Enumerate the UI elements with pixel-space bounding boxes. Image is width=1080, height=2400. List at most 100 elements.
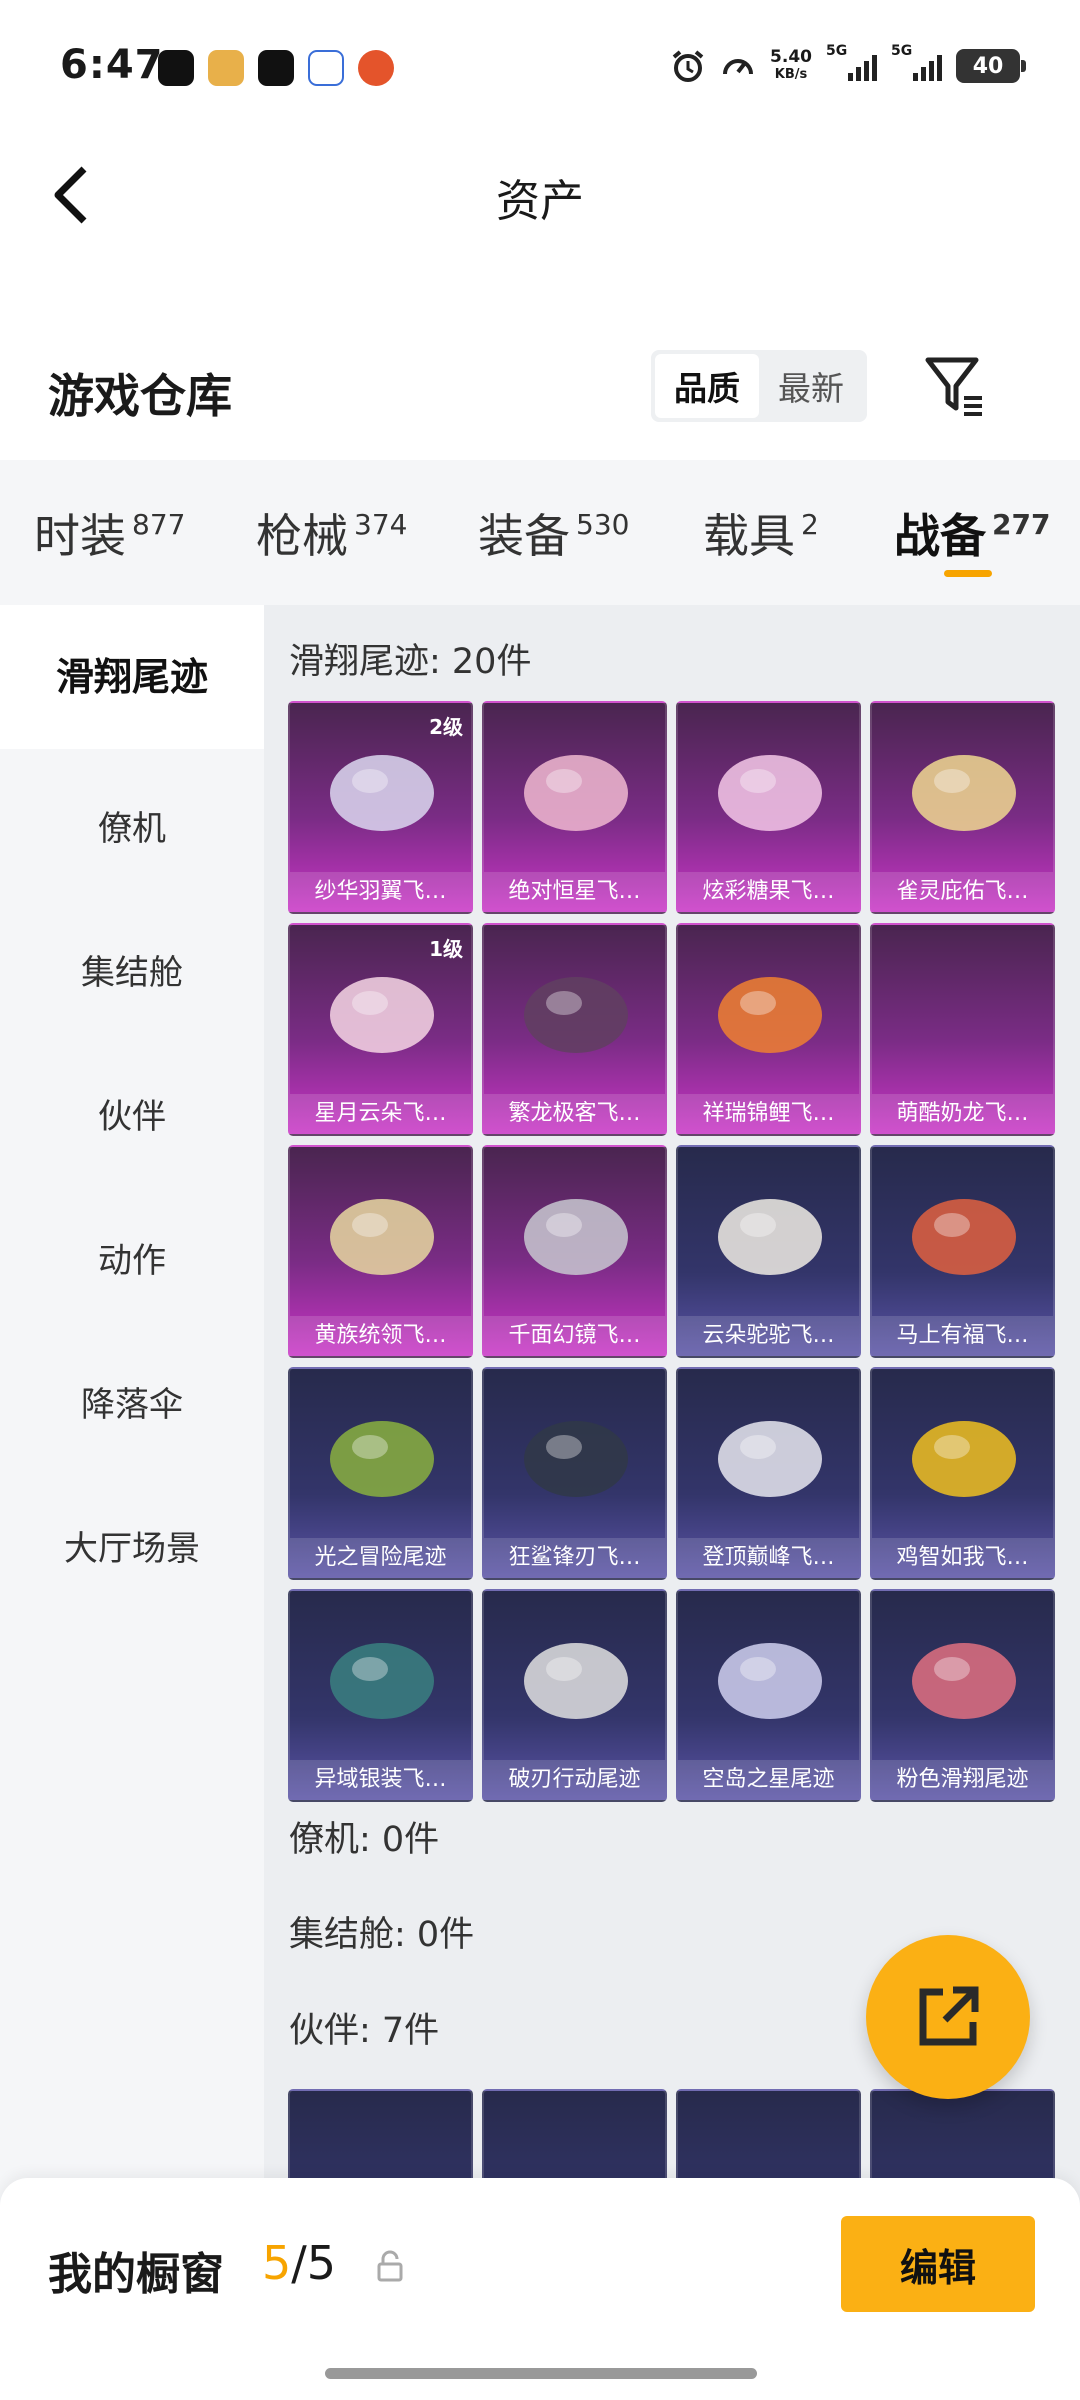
glide-trail-grid: 2级 纱华羽翼飞… 绝对恒星飞… 炫彩糖果飞… 雀灵庇佑飞… 1级 星月云朵飞… 繁龙极客飞…… bbox=[288, 701, 1058, 1802]
trail-card[interactable]: 破刃行动尾迹 bbox=[482, 1589, 667, 1802]
trail-card[interactable]: 雀灵庇佑飞… bbox=[870, 701, 1055, 914]
status-bar: 6:47 5.40 KB/s 5G 5G 40 bbox=[0, 0, 1080, 140]
trail-art-icon bbox=[894, 721, 1034, 861]
trail-card[interactable]: 云朵驼驼飞… bbox=[676, 1145, 861, 1358]
tab-vehicles[interactable]: 载具 2 bbox=[703, 500, 819, 566]
trail-name: 马上有福飞… bbox=[872, 1316, 1053, 1356]
category-tabs: 时装 877 枪械 374 装备 530 载具 2 战备 277 bbox=[0, 460, 1080, 605]
pumpkin-app-icon bbox=[358, 50, 394, 86]
sort-toggle: 品质 最新 bbox=[651, 350, 867, 422]
trail-card[interactable]: 狂鲨锋刃飞… bbox=[482, 1367, 667, 1580]
trail-name: 狂鲨锋刃飞… bbox=[484, 1538, 665, 1578]
trail-card[interactable]: 马上有福飞… bbox=[870, 1145, 1055, 1358]
trail-art-icon bbox=[700, 1165, 840, 1305]
trail-name: 星月云朵飞… bbox=[290, 1094, 471, 1134]
notification-icons bbox=[158, 50, 394, 86]
sort-newest-button[interactable]: 最新 bbox=[759, 354, 863, 418]
home-indicator bbox=[325, 2368, 757, 2379]
tab-combat-gear[interactable]: 战备 277 bbox=[894, 500, 1050, 566]
trail-name: 雀灵庇佑飞… bbox=[872, 872, 1053, 912]
trail-name: 炫彩糖果飞… bbox=[678, 872, 859, 912]
sidebar-item-partner[interactable]: 伙伴 bbox=[0, 1089, 264, 1138]
mail-app-icon bbox=[308, 50, 344, 86]
sidebar-item-lobby-scene[interactable]: 大厅场景 bbox=[0, 1521, 264, 1570]
trail-name: 萌酷奶龙飞… bbox=[872, 1094, 1053, 1134]
trail-name: 黄族统领飞… bbox=[290, 1316, 471, 1356]
trail-art-icon bbox=[312, 1165, 452, 1305]
sidebar-item-emote[interactable]: 动作 bbox=[0, 1233, 264, 1282]
speedometer-icon bbox=[723, 59, 754, 75]
tab-fashion[interactable]: 时装 877 bbox=[34, 500, 185, 566]
trail-art-icon bbox=[700, 721, 840, 861]
sidebar-item-wingman[interactable]: 僚机 bbox=[0, 801, 264, 850]
trail-art-icon bbox=[506, 943, 646, 1083]
trail-card[interactable]: 登顶巅峰飞… bbox=[676, 1367, 861, 1580]
sidebar-item-parachute[interactable]: 降落伞 bbox=[0, 1377, 264, 1426]
sort-quality-button[interactable]: 品质 bbox=[655, 354, 759, 418]
filter-button[interactable] bbox=[920, 352, 990, 422]
trail-card[interactable]: 繁龙极客飞… bbox=[482, 923, 667, 1136]
lock-icon bbox=[377, 2250, 403, 2282]
trail-art-icon bbox=[894, 1609, 1034, 1749]
sidebar-item-capsule[interactable]: 集结舱 bbox=[0, 945, 264, 994]
trail-card[interactable]: 萌酷奶龙飞… bbox=[870, 923, 1055, 1136]
trail-name: 破刃行动尾迹 bbox=[484, 1760, 665, 1800]
trail-name: 千面幻镜飞… bbox=[484, 1316, 665, 1356]
trail-name: 登顶巅峰飞… bbox=[678, 1538, 859, 1578]
share-icon bbox=[919, 1986, 979, 2046]
tab-equipment[interactable]: 装备 530 bbox=[478, 500, 629, 566]
trail-name: 云朵驼驼飞… bbox=[678, 1316, 859, 1356]
group-title-wingman: 僚机: 0件 bbox=[289, 1820, 440, 1860]
filter-icon bbox=[925, 357, 982, 416]
trail-art-icon bbox=[700, 943, 840, 1083]
group-title-partner: 伙伴: 7件 bbox=[289, 2011, 440, 2051]
trail-art-icon bbox=[894, 1387, 1034, 1527]
showcase-count: 5/5 bbox=[262, 2236, 337, 2290]
trail-art-icon bbox=[894, 943, 1034, 1083]
level-badge: 2级 bbox=[429, 715, 463, 739]
trail-card[interactable]: 鸡智如我飞… bbox=[870, 1367, 1055, 1580]
trail-card[interactable]: 2级纱华羽翼飞… bbox=[288, 701, 473, 914]
item-list: 滑翔尾迹: 20件 2级 纱华羽翼飞… 绝对恒星飞… 炫彩糖果飞… 雀灵庇佑飞… 1级 星月… bbox=[264, 605, 1080, 2400]
page-title: 资产 bbox=[496, 176, 584, 227]
trail-card[interactable]: 1级星月云朵飞… bbox=[288, 923, 473, 1136]
trail-name: 光之冒险尾迹 bbox=[290, 1538, 471, 1578]
trail-art-icon bbox=[506, 1387, 646, 1527]
trail-name: 祥瑞锦鲤飞… bbox=[678, 1094, 859, 1134]
edit-button[interactable]: 编辑 bbox=[841, 2216, 1035, 2312]
signal-icon: 5G bbox=[891, 43, 942, 81]
trail-card[interactable]: 光之冒险尾迹 bbox=[288, 1367, 473, 1580]
sidebar: 滑翔尾迹 僚机 集结舱 伙伴 动作 降落伞 大厅场景 bbox=[0, 605, 264, 2400]
showcase-label: 我的橱窗 bbox=[48, 2249, 224, 2300]
trail-art-icon bbox=[700, 1387, 840, 1527]
trail-art-icon bbox=[312, 943, 452, 1083]
trail-card[interactable]: 千面幻镜飞… bbox=[482, 1145, 667, 1358]
trail-name: 异域银装飞… bbox=[290, 1760, 471, 1800]
network-speed: 5.40 KB/s bbox=[770, 47, 812, 82]
tiktok-icon bbox=[258, 50, 294, 86]
trail-card[interactable]: 黄族统领飞… bbox=[288, 1145, 473, 1358]
trail-art-icon bbox=[506, 1165, 646, 1305]
battery-icon: 40 bbox=[956, 49, 1026, 83]
trail-card[interactable]: 祥瑞锦鲤飞… bbox=[676, 923, 861, 1136]
trail-card[interactable]: 空岛之星尾迹 bbox=[676, 1589, 861, 1802]
signal-icon: 5G bbox=[826, 43, 877, 81]
trail-art-icon bbox=[700, 1609, 840, 1749]
sidebar-item-glide-trail[interactable]: 滑翔尾迹 bbox=[0, 605, 264, 749]
trail-name: 纱华羽翼飞… bbox=[290, 872, 471, 912]
showcase-bar: 我的橱窗 5/5 编辑 bbox=[0, 2178, 1080, 2400]
trail-card[interactable]: 粉色滑翔尾迹 bbox=[870, 1589, 1055, 1802]
trail-art-icon bbox=[894, 1165, 1034, 1305]
game-app-icon bbox=[208, 50, 244, 86]
trail-card[interactable]: 炫彩糖果飞… bbox=[676, 701, 861, 914]
trail-name: 空岛之星尾迹 bbox=[678, 1760, 859, 1800]
tab-guns[interactable]: 枪械 374 bbox=[256, 500, 407, 566]
section-title: 游戏仓库 bbox=[48, 369, 232, 423]
level-badge: 1级 bbox=[429, 937, 463, 961]
active-tab-indicator bbox=[944, 570, 992, 577]
trail-name: 繁龙极客飞… bbox=[484, 1094, 665, 1134]
share-button[interactable] bbox=[866, 1935, 1030, 2099]
trail-card[interactable]: 绝对恒星飞… bbox=[482, 701, 667, 914]
trail-card[interactable]: 异域银装飞… bbox=[288, 1589, 473, 1802]
trail-art-icon bbox=[312, 1609, 452, 1749]
